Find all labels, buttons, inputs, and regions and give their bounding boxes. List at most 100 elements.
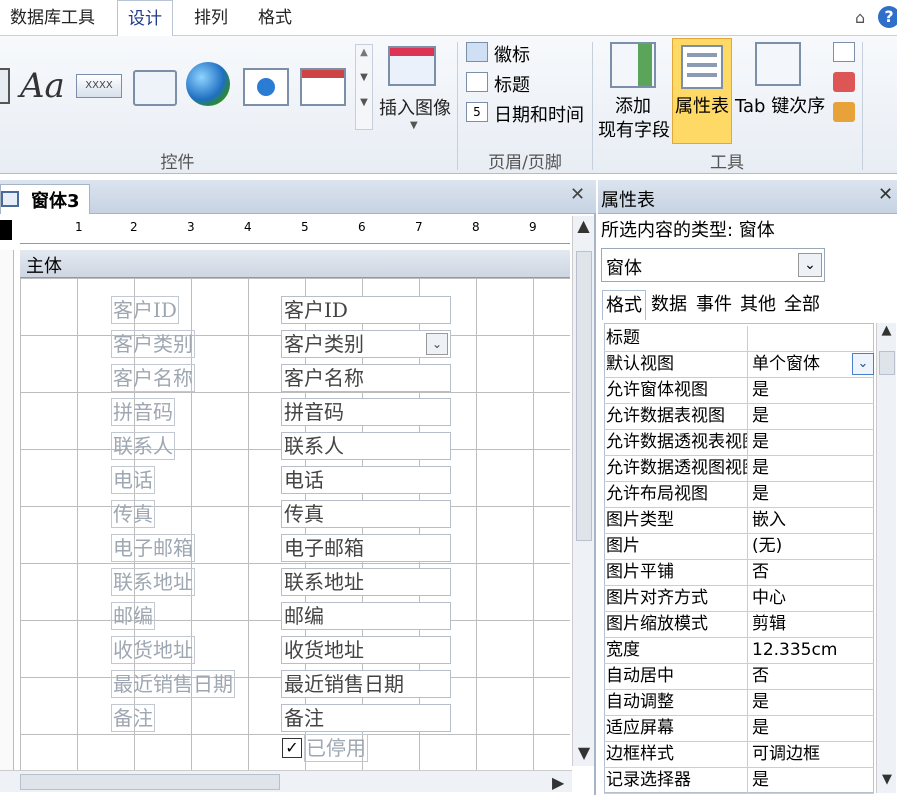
property-value[interactable]: 是 — [749, 378, 873, 403]
property-value[interactable]: 是 — [749, 690, 873, 715]
title-label[interactable]: 标题 — [494, 71, 530, 97]
document-tab[interactable]: 窗体3 — [0, 184, 90, 214]
chevron-down-icon[interactable]: ⌄ — [426, 333, 448, 355]
label-shipping-address[interactable]: 收货地址 — [111, 636, 195, 664]
title-icon[interactable] — [466, 72, 488, 92]
property-value[interactable]: 可调边框 — [749, 742, 873, 767]
property-value[interactable]: 是 — [749, 404, 873, 429]
property-row[interactable]: 图片缩放模式 剪辑 — [604, 612, 874, 638]
property-row[interactable]: 允许窗体视图是 — [604, 378, 874, 404]
field-notes[interactable]: 备注 — [281, 704, 451, 732]
label-email[interactable]: 电子邮箱 — [111, 534, 195, 562]
doc-horizontal-scrollbar[interactable]: ▶ — [0, 770, 572, 792]
property-value[interactable]: 是 — [749, 456, 873, 481]
date-time-label[interactable]: 日期和时间 — [494, 101, 584, 127]
label-contact[interactable]: 联系人 — [111, 432, 175, 460]
label-discontinued[interactable]: 已停用 — [304, 734, 368, 762]
property-scrollbar[interactable]: ▲ ▼ — [876, 323, 896, 793]
label-phone[interactable]: 电话 — [111, 466, 155, 494]
property-value[interactable]: 是 — [749, 482, 873, 507]
theme-fonts-icon[interactable]: Aa — [20, 66, 65, 106]
web-browser-control-icon[interactable] — [243, 68, 289, 106]
chevron-down-icon[interactable]: ⌄ — [852, 353, 874, 375]
property-value[interactable] — [749, 326, 873, 351]
property-row[interactable]: 标题 — [604, 326, 874, 352]
field-address[interactable]: 联系地址 — [281, 568, 451, 596]
property-row[interactable]: 图片对齐方式 中心 — [604, 586, 874, 612]
field-fax[interactable]: 传真 — [281, 500, 451, 528]
scroll-thumb[interactable] — [879, 351, 895, 375]
property-sheet-label[interactable]: 属性表 — [675, 92, 729, 118]
field-last-sale-date[interactable]: 最近销售日期 — [281, 670, 451, 698]
property-value[interactable]: 是 — [749, 768, 873, 793]
property-value[interactable]: 否 — [749, 560, 873, 585]
label-pinyin[interactable]: 拼音码 — [111, 398, 175, 426]
subform-icon[interactable] — [833, 42, 855, 62]
property-value[interactable]: 12.335cm — [749, 638, 873, 663]
property-row[interactable]: 记录选择器是 — [604, 768, 874, 794]
property-row[interactable]: 允许数据透视表视图是 — [604, 430, 874, 456]
object-selector[interactable]: 窗体 ⌄ — [601, 248, 825, 282]
form-selector[interactable] — [0, 220, 12, 240]
scroll-up-icon[interactable]: ▲ — [573, 216, 594, 235]
scroll-thumb[interactable] — [576, 251, 592, 541]
tab-order-icon[interactable] — [755, 42, 801, 86]
tab-arrange[interactable]: 排列 — [184, 0, 238, 36]
field-phone[interactable]: 电话 — [281, 466, 451, 494]
label-zip[interactable]: 邮编 — [111, 602, 155, 630]
scroll-right-icon[interactable]: ▶ — [552, 773, 564, 792]
prop-tab-data[interactable]: 数据 — [648, 290, 690, 320]
tab-design[interactable]: 设计 — [117, 0, 173, 37]
prop-tab-all[interactable]: 全部 — [781, 290, 823, 320]
field-contact[interactable]: 联系人 — [281, 432, 451, 460]
chevron-down-icon[interactable]: ⌄ — [798, 253, 822, 277]
detail-section-bar[interactable]: 主体 — [20, 250, 570, 278]
minimize-ribbon-icon[interactable]: ⌂ — [855, 8, 865, 27]
property-row[interactable]: 图片 (无) — [604, 534, 874, 560]
convert-macros-icon[interactable] — [833, 102, 855, 122]
insert-image-label[interactable]: 插入图像 — [379, 94, 451, 120]
label-address[interactable]: 联系地址 — [111, 568, 195, 596]
add-fields-label-1[interactable]: 添加 — [615, 92, 651, 118]
property-value[interactable]: (无) — [749, 534, 873, 559]
discontinued-checkbox[interactable]: ✓ — [282, 738, 302, 758]
property-value[interactable]: 否 — [749, 664, 873, 689]
scroll-down-icon[interactable]: ▼ — [877, 772, 897, 787]
add-existing-fields-icon[interactable] — [610, 42, 656, 88]
property-row[interactable]: 允许布局视图是 — [604, 482, 874, 508]
help-icon[interactable]: ? — [878, 6, 897, 28]
property-row[interactable]: 允许数据透视图视图是 — [604, 456, 874, 482]
insert-image-icon[interactable] — [388, 46, 436, 86]
property-row[interactable]: 边框样式 可调边框 — [604, 742, 874, 768]
prop-tab-other[interactable]: 其他 — [737, 290, 779, 320]
doc-vertical-scrollbar[interactable]: ▲ ▼ — [572, 216, 594, 766]
tab-control-icon[interactable] — [133, 70, 177, 106]
field-email[interactable]: 电子邮箱 — [281, 534, 451, 562]
label-notes[interactable]: 备注 — [111, 704, 155, 732]
property-row[interactable]: 默认视图 单个窗体 ⌄ — [604, 352, 874, 378]
button-control-icon[interactable]: XXXX — [76, 74, 122, 98]
field-zip[interactable]: 邮编 — [281, 602, 451, 630]
property-row[interactable]: 图片类型 嵌入 — [604, 508, 874, 534]
logo-label[interactable]: 徽标 — [494, 41, 530, 67]
scroll-up-icon[interactable]: ▲ — [877, 323, 896, 338]
property-value[interactable]: 中心 — [749, 586, 873, 611]
prop-tab-format[interactable]: 格式 — [602, 290, 646, 320]
label-customer-type[interactable]: 客户类别 — [111, 330, 195, 358]
close-property-sheet-icon[interactable]: ✕ — [878, 184, 893, 205]
property-sheet-button[interactable] — [672, 38, 732, 144]
property-row[interactable]: 允许数据表视图是 — [604, 404, 874, 430]
property-value[interactable]: 剪辑 — [749, 612, 873, 637]
field-customer-id[interactable]: 客户ID — [281, 296, 451, 324]
textbox-control-icon[interactable] — [0, 68, 10, 104]
tab-database-tools[interactable]: 数据库工具 — [0, 0, 105, 36]
label-customer-name[interactable]: 客户名称 — [111, 364, 195, 392]
property-row[interactable]: 自动调整是 — [604, 690, 874, 716]
tab-format[interactable]: 格式 — [248, 0, 302, 36]
view-code-icon[interactable] — [833, 72, 855, 92]
property-value[interactable]: 是 — [749, 716, 873, 741]
navigation-control-icon[interactable] — [300, 68, 346, 106]
property-row[interactable]: 图片平铺否 — [604, 560, 874, 586]
property-value[interactable]: 是 — [749, 430, 873, 455]
scroll-down-icon[interactable]: ▼ — [573, 743, 595, 762]
